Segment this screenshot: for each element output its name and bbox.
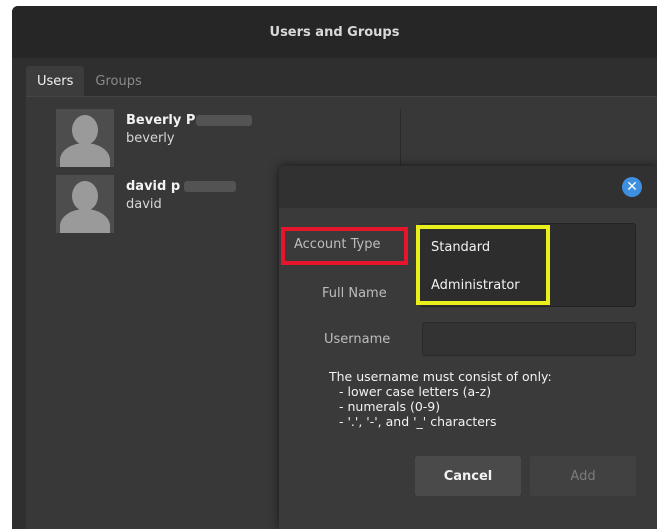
user-login-name: beverly [126, 131, 175, 146]
tab-users[interactable]: Users [26, 66, 85, 96]
help-rule: - numerals (0-9) [339, 399, 441, 414]
account-type-label: Account Type [294, 237, 381, 252]
redacted-blur [184, 181, 237, 192]
user-avatar-icon [56, 109, 114, 167]
close-icon[interactable]: ✕ [622, 177, 642, 197]
full-name-label: Full Name [322, 286, 387, 301]
user-display-name: david p [126, 179, 181, 194]
help-rule: - '.', '-', and '_' characters [339, 414, 497, 429]
dialog-header: ✕ [279, 166, 657, 208]
username-label: Username [324, 332, 391, 347]
tab-groups[interactable]: Groups [84, 66, 152, 96]
help-rule: - lower case letters (a-z) [339, 384, 492, 399]
add-button[interactable]: Add [530, 456, 636, 496]
account-options-highlight-yellow [416, 225, 550, 305]
cancel-button[interactable]: Cancel [415, 456, 521, 496]
user-login-name: david [126, 197, 162, 212]
username-help-text: The username must consist of only: - low… [329, 369, 552, 429]
add-user-dialog: ✕ Account Type Standard Administrator Fu… [279, 166, 657, 529]
user-row-beverly[interactable]: Beverly P beverly [56, 109, 396, 169]
window-title: Users and Groups [12, 6, 657, 58]
tab-bar: Users Groups [26, 66, 153, 96]
redacted-blur [196, 115, 253, 126]
username-input[interactable] [422, 322, 636, 356]
user-avatar-icon [56, 175, 114, 233]
help-heading: The username must consist of only: [329, 369, 552, 384]
user-display-name: Beverly P [126, 113, 196, 128]
